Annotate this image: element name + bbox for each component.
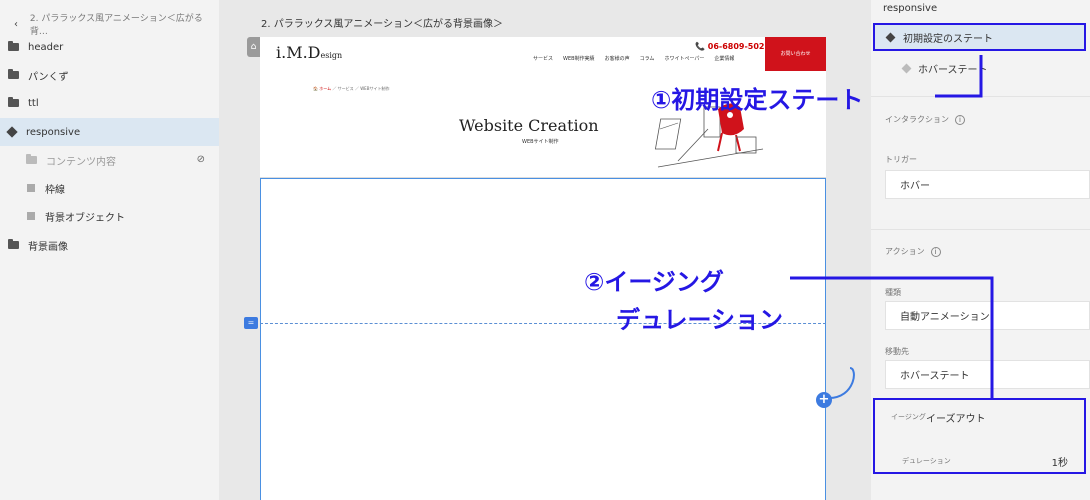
annotation-lines [790,55,994,399]
annotation-easing: ②イージング [584,268,724,296]
annotation-line-2 [790,276,994,398]
connection-curve [828,367,855,399]
annotation-initial-state: ①初期設定ステート [651,86,864,114]
annotation-duration: デュレーション [616,306,784,334]
annotation-line-1 [935,55,983,98]
